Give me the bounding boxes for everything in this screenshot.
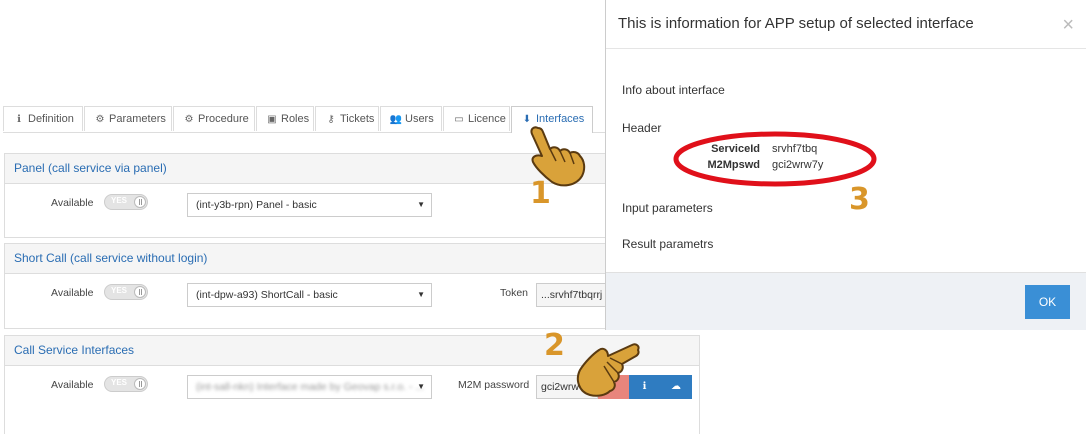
divider [606,48,1086,49]
available-label: Available [51,287,94,299]
token-label: Token [500,287,529,299]
card-icon: ▭ [454,114,464,125]
caret-down-icon: ▼ [417,382,425,391]
token-field[interactable]: ...srvhf7tbqrrj [536,283,608,307]
tab-label: Definition [28,113,74,125]
available-toggle[interactable]: YES [104,194,148,210]
input-parameters-heading: Input parameters [622,201,713,215]
toggle-text: YES [111,286,128,295]
caret-down-icon: ▼ [417,290,425,299]
available-toggle[interactable]: YES [104,284,148,300]
gear-icon: ⚙ [95,114,105,125]
panel-interface-select[interactable]: (int-y3b-rpn) Panel - basic ▼ [187,193,432,217]
info-icon: ℹ [17,114,21,125]
tab-tickets[interactable]: ⚷ Tickets [315,106,379,131]
select-value: (int-y3b-rpn) Panel - basic [196,199,317,211]
tab-label: Roles [281,113,310,125]
shortcall-interface-select[interactable]: (int-dpw-a93) ShortCall - basic ▼ [187,283,432,307]
callout-number: 2 [544,328,565,363]
callout-number: 3 [849,182,870,217]
tab-licence[interactable]: ▭ Licence [443,106,510,131]
tab-procedure[interactable]: ⚙ Procedure [173,106,255,131]
cloud-download-icon: ☁ [671,381,681,392]
tab-parameters[interactable]: ⚙ Parameters [84,106,172,131]
select-value: (int-sall-nkn) Interface made by Geovap … [196,381,425,393]
m2m-password-label: M2M password [458,379,530,391]
tab-roles[interactable]: ▣ Roles [256,106,314,131]
tab-label: Users [405,113,434,125]
toggle-knob [134,196,146,208]
tab-users[interactable]: 👥 Users [380,106,442,131]
toggle-knob [134,286,146,298]
key-icon: ⚷ [327,114,335,125]
tab-label: Tickets [340,113,375,125]
tab-label: Licence [468,113,506,125]
cogs-icon: ⚙ [184,114,194,125]
interface-info-modal: This is information for APP setup of sel… [605,0,1086,330]
pointer-hand-icon [576,343,640,397]
available-toggle[interactable]: YES [104,376,148,392]
download-button[interactable]: ☁ [660,375,692,399]
tab-label: Procedure [198,113,249,125]
shortcall-section: Short Call (call service without login) … [4,243,608,329]
info-about-heading: Info about interface [622,83,725,97]
shortcall-title: Short Call (call service without login) [5,244,606,274]
tab-label: Parameters [109,113,166,125]
close-icon[interactable]: × [1062,14,1074,37]
callout-number: 1 [530,176,551,211]
tab-definition[interactable]: ℹ Definition [3,106,83,131]
header-heading: Header [622,121,662,135]
highlight-ellipse [673,131,877,187]
caret-down-icon: ▼ [417,200,425,209]
briefcase-icon: ▣ [267,114,277,125]
result-parameters-heading: Result parametrs [622,237,714,251]
users-icon: 👥 [389,114,403,125]
ok-button[interactable]: OK [1025,285,1070,319]
tab-bar: ℹ Definition ⚙ Parameters ⚙ Procedure ▣ Role… [3,106,607,133]
panel-title: Panel (call service via panel) [5,154,606,184]
toggle-text: YES [111,378,128,387]
modal-footer: OK [606,272,1086,330]
available-label: Available [51,379,94,391]
toggle-knob [134,378,146,390]
info-circle-icon: ℹ [642,381,647,392]
token-value: ...srvhf7tbqrrj [541,289,603,301]
callservice-interface-select[interactable]: (int-sall-nkn) Interface made by Geovap … [187,375,432,399]
select-value: (int-dpw-a93) ShortCall - basic [196,289,338,301]
available-label: Available [51,197,94,209]
modal-title: This is information for APP setup of sel… [618,15,974,32]
panel-section: Panel (call service via panel) Available… [4,153,607,238]
toggle-text: YES [111,196,128,205]
